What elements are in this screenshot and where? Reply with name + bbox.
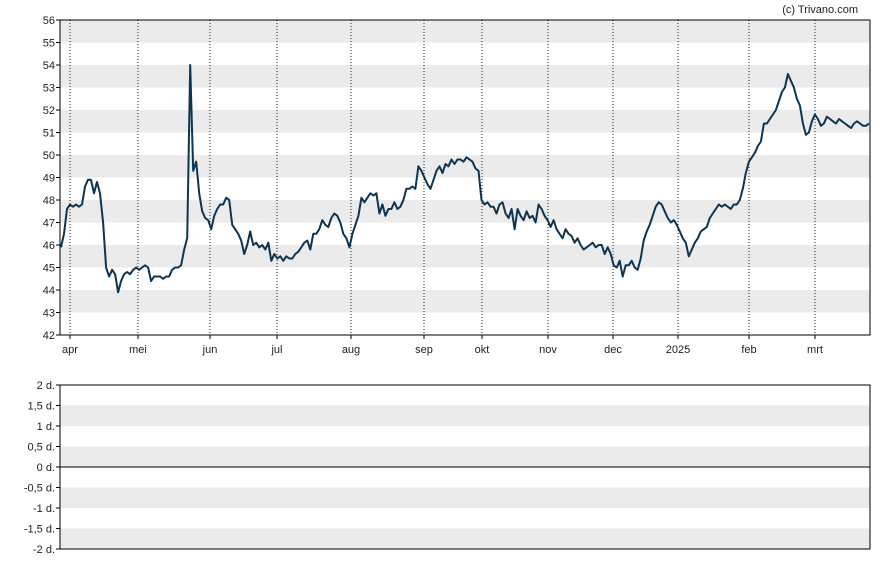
y-tick-label: 50 (43, 150, 55, 162)
y-tick-label: -1 d. (33, 503, 55, 515)
y-tick-label: 47 (43, 218, 55, 230)
y-tick-label: 1 d. (37, 421, 55, 433)
y-tick-label: 44 (43, 285, 55, 297)
x-tick-label: mrt (807, 344, 823, 356)
grid-band (60, 487, 870, 508)
y-tick-label: 46 (43, 240, 55, 252)
x-tick-label: mei (129, 344, 147, 356)
x-tick-label: okt (475, 344, 490, 356)
y-tick-label: 42 (43, 330, 55, 342)
y-tick-label: 48 (43, 195, 55, 207)
grid-band (60, 446, 870, 467)
x-tick-label: aug (342, 344, 360, 356)
y-tick-label: 49 (43, 173, 55, 185)
x-tick-label: feb (741, 344, 756, 356)
x-tick-label: jul (270, 344, 282, 356)
x-tick-label: nov (539, 344, 557, 356)
grid-band (60, 528, 870, 549)
y-tick-label: 56 (43, 15, 55, 27)
y-tick-label: 0,5 d. (27, 442, 55, 454)
y-tick-label: 52 (43, 105, 55, 117)
secondary-chart: 2 d. 1,5 d. 1 d. 0,5 d. 0 d. -0,5 d. -1 d. -1,5… (24, 380, 871, 556)
y-tick-label: 54 (43, 60, 55, 72)
y-tick-label: 55 (43, 38, 55, 50)
x-tick-label: 2025 (666, 344, 690, 356)
chart-canvas: (c) Trivano.com apr mei jun jul aug sep okt nov… (24, 4, 871, 556)
x-tick-label: apr (62, 344, 78, 356)
x-tick-label: jun (202, 344, 218, 356)
y-tick-label: -2 d. (33, 544, 55, 556)
y-tick-label: 2 d. (37, 380, 55, 392)
chart-credit: (c) Trivano.com (782, 4, 858, 16)
y-tick-label: -0,5 d. (24, 483, 55, 495)
y-tick-label: 1,5 d. (27, 401, 55, 413)
y-tick-label: 45 (43, 263, 55, 275)
x-tick-label: dec (604, 344, 622, 356)
price-chart: apr mei jun jul aug sep okt nov dec 2025 feb mrt 42 4… (43, 15, 871, 356)
y-tick-label: 53 (43, 83, 55, 95)
y-tick-label: -1,5 d. (24, 524, 55, 536)
x-tick-label: sep (415, 344, 433, 356)
y-tick-label: 51 (43, 128, 55, 140)
y-tick-label: 0 d. (37, 462, 55, 474)
grid-band (60, 405, 870, 426)
y-tick-label: 43 (43, 308, 55, 320)
